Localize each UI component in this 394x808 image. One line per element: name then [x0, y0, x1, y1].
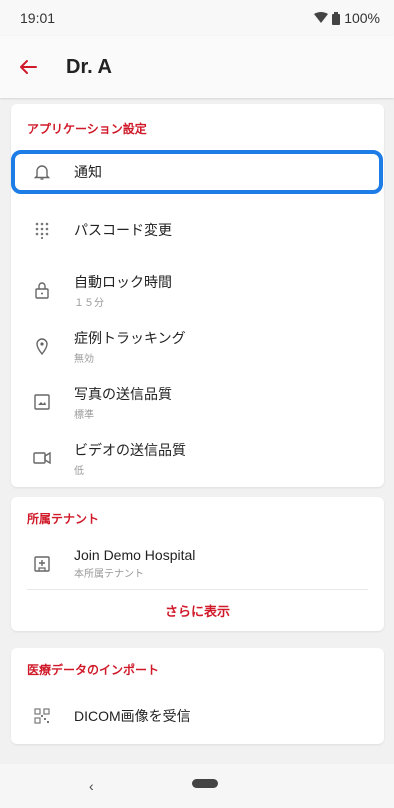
import-card: 医療データのインポート DICOM画像を受信 [11, 648, 384, 744]
divider [27, 589, 368, 590]
section-title-app-settings: アプリケーション設定 [27, 122, 147, 136]
status-time: 19:01 [20, 10, 56, 26]
keypad-icon [30, 218, 54, 242]
settings-item-value: １５分 [74, 297, 104, 309]
settings-item-case-tracking[interactable]: 症例トラッキング 無効 [11, 326, 384, 366]
import-item-label: DICOM画像を受信 [74, 708, 191, 724]
import-item-dicom[interactable]: DICOM画像を受信 [11, 696, 384, 736]
system-nav-bar: ‹ [0, 764, 394, 808]
settings-item-label: パスコード変更 [74, 222, 172, 238]
settings-item-label: 通知 [74, 164, 102, 180]
settings-item-label: 写真の送信品質 [74, 385, 172, 402]
tenant-card: 所属テナント Join Demo Hospital 本所属テナント さらに表示 [11, 497, 384, 631]
app-bar: Dr. A [0, 36, 394, 98]
arrow-back-icon [20, 60, 37, 74]
status-indicators: 100% [314, 10, 380, 26]
section-title-tenant: 所属テナント [27, 512, 100, 526]
section-title-import: 医療データのインポート [27, 663, 160, 677]
back-button[interactable] [8, 47, 48, 87]
tenant-status: 本所属テナント [74, 568, 144, 580]
show-more-button[interactable]: さらに表示 [11, 601, 384, 620]
settings-item-label: ビデオの送信品質 [74, 441, 186, 458]
hospital-icon [30, 551, 54, 575]
settings-item-label: 自動ロック時間 [74, 273, 172, 290]
settings-item-value: 標準 [74, 409, 94, 421]
nav-back-icon[interactable]: ‹ [89, 778, 94, 794]
settings-item-passcode[interactable]: パスコード変更 [11, 210, 384, 250]
settings-item-value: 低 [74, 465, 84, 477]
status-bar: 19:01 100% [0, 0, 394, 36]
location-pin-icon [30, 334, 54, 358]
battery-percent: 100% [344, 10, 380, 26]
app-settings-card: アプリケーション設定 通知 パスコード変更 自動ロック時間 １５分 症例トラッキ… [11, 104, 384, 487]
lock-icon [30, 278, 54, 302]
qr-code-icon [30, 704, 54, 728]
wifi-icon [314, 12, 329, 23]
settings-item-video-quality[interactable]: ビデオの送信品質 低 [11, 438, 384, 478]
settings-item-notifications[interactable]: 通知 [11, 152, 384, 192]
settings-item-auto-lock[interactable]: 自動ロック時間 １５分 [11, 270, 384, 310]
settings-item-label: 症例トラッキング [74, 329, 186, 346]
nav-home-icon[interactable] [192, 779, 218, 788]
image-icon [30, 390, 54, 414]
tenant-name: Join Demo Hospital [74, 546, 196, 563]
battery-icon [332, 11, 341, 25]
page-title: Dr. A [66, 55, 112, 78]
bell-icon [30, 160, 54, 184]
settings-item-value: 無効 [74, 353, 94, 365]
tenant-item[interactable]: Join Demo Hospital 本所属テナント [11, 543, 384, 583]
video-icon [30, 446, 54, 470]
settings-item-photo-quality[interactable]: 写真の送信品質 標準 [11, 382, 384, 422]
